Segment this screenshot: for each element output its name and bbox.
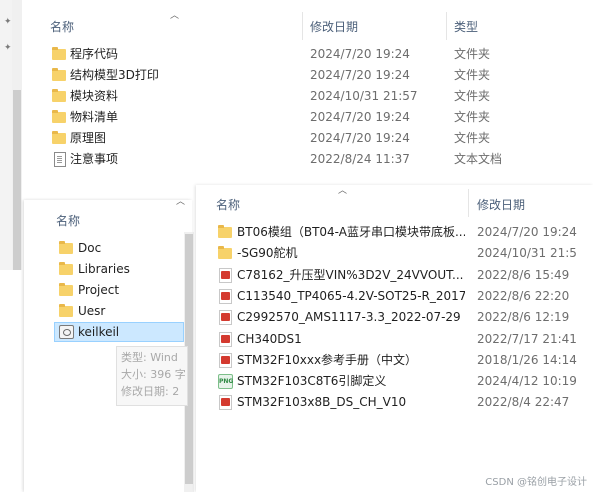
left-window: ︿ 名称 Doc Libraries Project Uesr keilkeil 类型:… bbox=[24, 197, 194, 492]
column-header-name[interactable]: 名称 bbox=[50, 18, 74, 35]
file-name: C113540_TP4065-4.2V-SOT25-R_2017... bbox=[237, 288, 465, 303]
item-name: keilkeil bbox=[78, 325, 120, 339]
text-document-icon bbox=[54, 152, 66, 167]
list-item[interactable] bbox=[54, 301, 184, 321]
file-date: 2022/8/6 22:20 bbox=[477, 288, 570, 303]
file-date: 2022/8/6 12:19 bbox=[477, 310, 570, 325]
file-name: 结构模型3D打印 bbox=[70, 68, 159, 82]
file-name: 物料清单 bbox=[70, 110, 119, 124]
right-window: ︿ 名称 修改日期 BT06模组（BT04-A蓝牙串口模块带底板... 2024/… bbox=[196, 185, 593, 492]
tooltip-modified: 修改日期: 2 bbox=[121, 385, 180, 398]
pin-icon[interactable]: ✦ bbox=[4, 18, 12, 27]
column-divider[interactable] bbox=[302, 12, 303, 40]
file-name: CH340DS1 bbox=[237, 331, 302, 346]
pdf-icon bbox=[219, 310, 232, 326]
item-name: Libraries bbox=[78, 262, 130, 276]
left-scrollbar-thumb[interactable] bbox=[13, 90, 21, 270]
top-window: ✦ ✦ ︿ 名称 修改日期 类型 程序代码 2024/7/20 19:24 文件夹结… bbox=[0, 0, 593, 270]
file-date: 2024/7/20 19:24 bbox=[310, 47, 410, 61]
tooltip-size: 大小: 396 字 bbox=[121, 368, 186, 381]
file-name: 模块资料 bbox=[70, 89, 119, 103]
pdf-icon bbox=[219, 267, 232, 283]
folder-icon bbox=[218, 225, 232, 238]
file-type: 文件夹 bbox=[454, 131, 491, 145]
file-date: 2024/7/20 19:24 bbox=[310, 131, 410, 145]
file-date: 2024/7/20 19:24 bbox=[477, 225, 577, 239]
column-header-date[interactable]: 修改日期 bbox=[477, 196, 525, 213]
file-type: 文件夹 bbox=[454, 68, 491, 82]
folder-icon bbox=[52, 47, 66, 60]
sort-up-icon: ︿ bbox=[176, 197, 186, 207]
file-type: 文件夹 bbox=[454, 47, 491, 61]
column-header-name[interactable]: 名称 bbox=[56, 212, 80, 229]
file-name: -SG90舵机 bbox=[237, 246, 298, 261]
pdf-icon bbox=[219, 352, 232, 368]
file-date: 2022/7/17 21:41 bbox=[477, 331, 577, 346]
file-date: 2024/10/31 21:5 bbox=[477, 246, 577, 261]
list-item[interactable] bbox=[54, 238, 184, 258]
file-type: 文本文档 bbox=[454, 152, 503, 166]
file-date: 2022/8/4 22:47 bbox=[477, 395, 570, 410]
watermark: CSDN @铭创电子设计 bbox=[485, 477, 587, 488]
file-name: BT06模组（BT04-A蓝牙串口模块带底板... bbox=[237, 225, 465, 239]
sort-up-icon: ︿ bbox=[170, 11, 180, 21]
file-name: 原理图 bbox=[70, 131, 107, 145]
file-name: STM32F103x8B_DS_CH_V10 bbox=[237, 395, 407, 410]
file-type: 文件夹 bbox=[454, 110, 491, 124]
file-name: C2992570_AMS1117-3.3_2022-07-29 bbox=[237, 310, 461, 325]
column-header-date[interactable]: 修改日期 bbox=[310, 18, 358, 35]
item-name: Doc bbox=[78, 241, 102, 255]
file-date: 2022/8/24 11:37 bbox=[310, 152, 410, 166]
file-date: 2024/7/20 19:24 bbox=[310, 68, 410, 82]
pdf-icon bbox=[219, 395, 232, 411]
file-date: 2018/1/26 14:14 bbox=[477, 352, 577, 367]
column-header-type[interactable]: 类型 bbox=[454, 18, 478, 35]
file-name: STM32F10xxx参考手册（中文） bbox=[237, 352, 418, 367]
pdf-icon bbox=[219, 288, 232, 304]
file-name: STM32F103C8T6引脚定义 bbox=[237, 374, 387, 389]
file-date: 2024/4/12 10:19 bbox=[477, 374, 577, 389]
file-type: 文件夹 bbox=[454, 89, 491, 103]
keil-project-icon bbox=[59, 325, 74, 339]
file-name: 程序代码 bbox=[70, 47, 119, 61]
item-name: Uesr bbox=[78, 304, 106, 318]
folder-icon bbox=[52, 131, 66, 144]
file-name: 注意事项 bbox=[70, 152, 119, 166]
file-date: 2024/7/20 19:24 bbox=[310, 110, 410, 124]
sort-up-icon: ︿ bbox=[338, 186, 348, 196]
column-header-name[interactable]: 名称 bbox=[216, 196, 240, 213]
folder-icon bbox=[52, 68, 66, 81]
pdf-icon bbox=[219, 331, 232, 347]
tooltip-type: 类型: Wind bbox=[121, 351, 178, 364]
file-date: 2022/8/6 15:49 bbox=[477, 267, 570, 282]
folder-icon bbox=[218, 246, 232, 260]
file-date: 2024/10/31 21:57 bbox=[310, 89, 418, 103]
file-tooltip: 类型: Wind 大小: 396 字 修改日期: 2 bbox=[116, 346, 188, 406]
folder-icon bbox=[59, 262, 73, 275]
folder-icon bbox=[52, 110, 66, 123]
folder-icon bbox=[59, 241, 73, 254]
folder-icon bbox=[52, 89, 66, 102]
pin-icon[interactable]: ✦ bbox=[4, 44, 12, 53]
item-name: Project bbox=[78, 283, 120, 297]
png-icon: PNG bbox=[218, 374, 233, 390]
folder-icon bbox=[59, 304, 73, 317]
column-divider[interactable] bbox=[468, 189, 469, 217]
column-divider[interactable] bbox=[446, 12, 447, 40]
folder-icon bbox=[59, 283, 73, 296]
file-name: C78162_升压型VIN%3D2V_24VVOUT... bbox=[237, 267, 464, 282]
